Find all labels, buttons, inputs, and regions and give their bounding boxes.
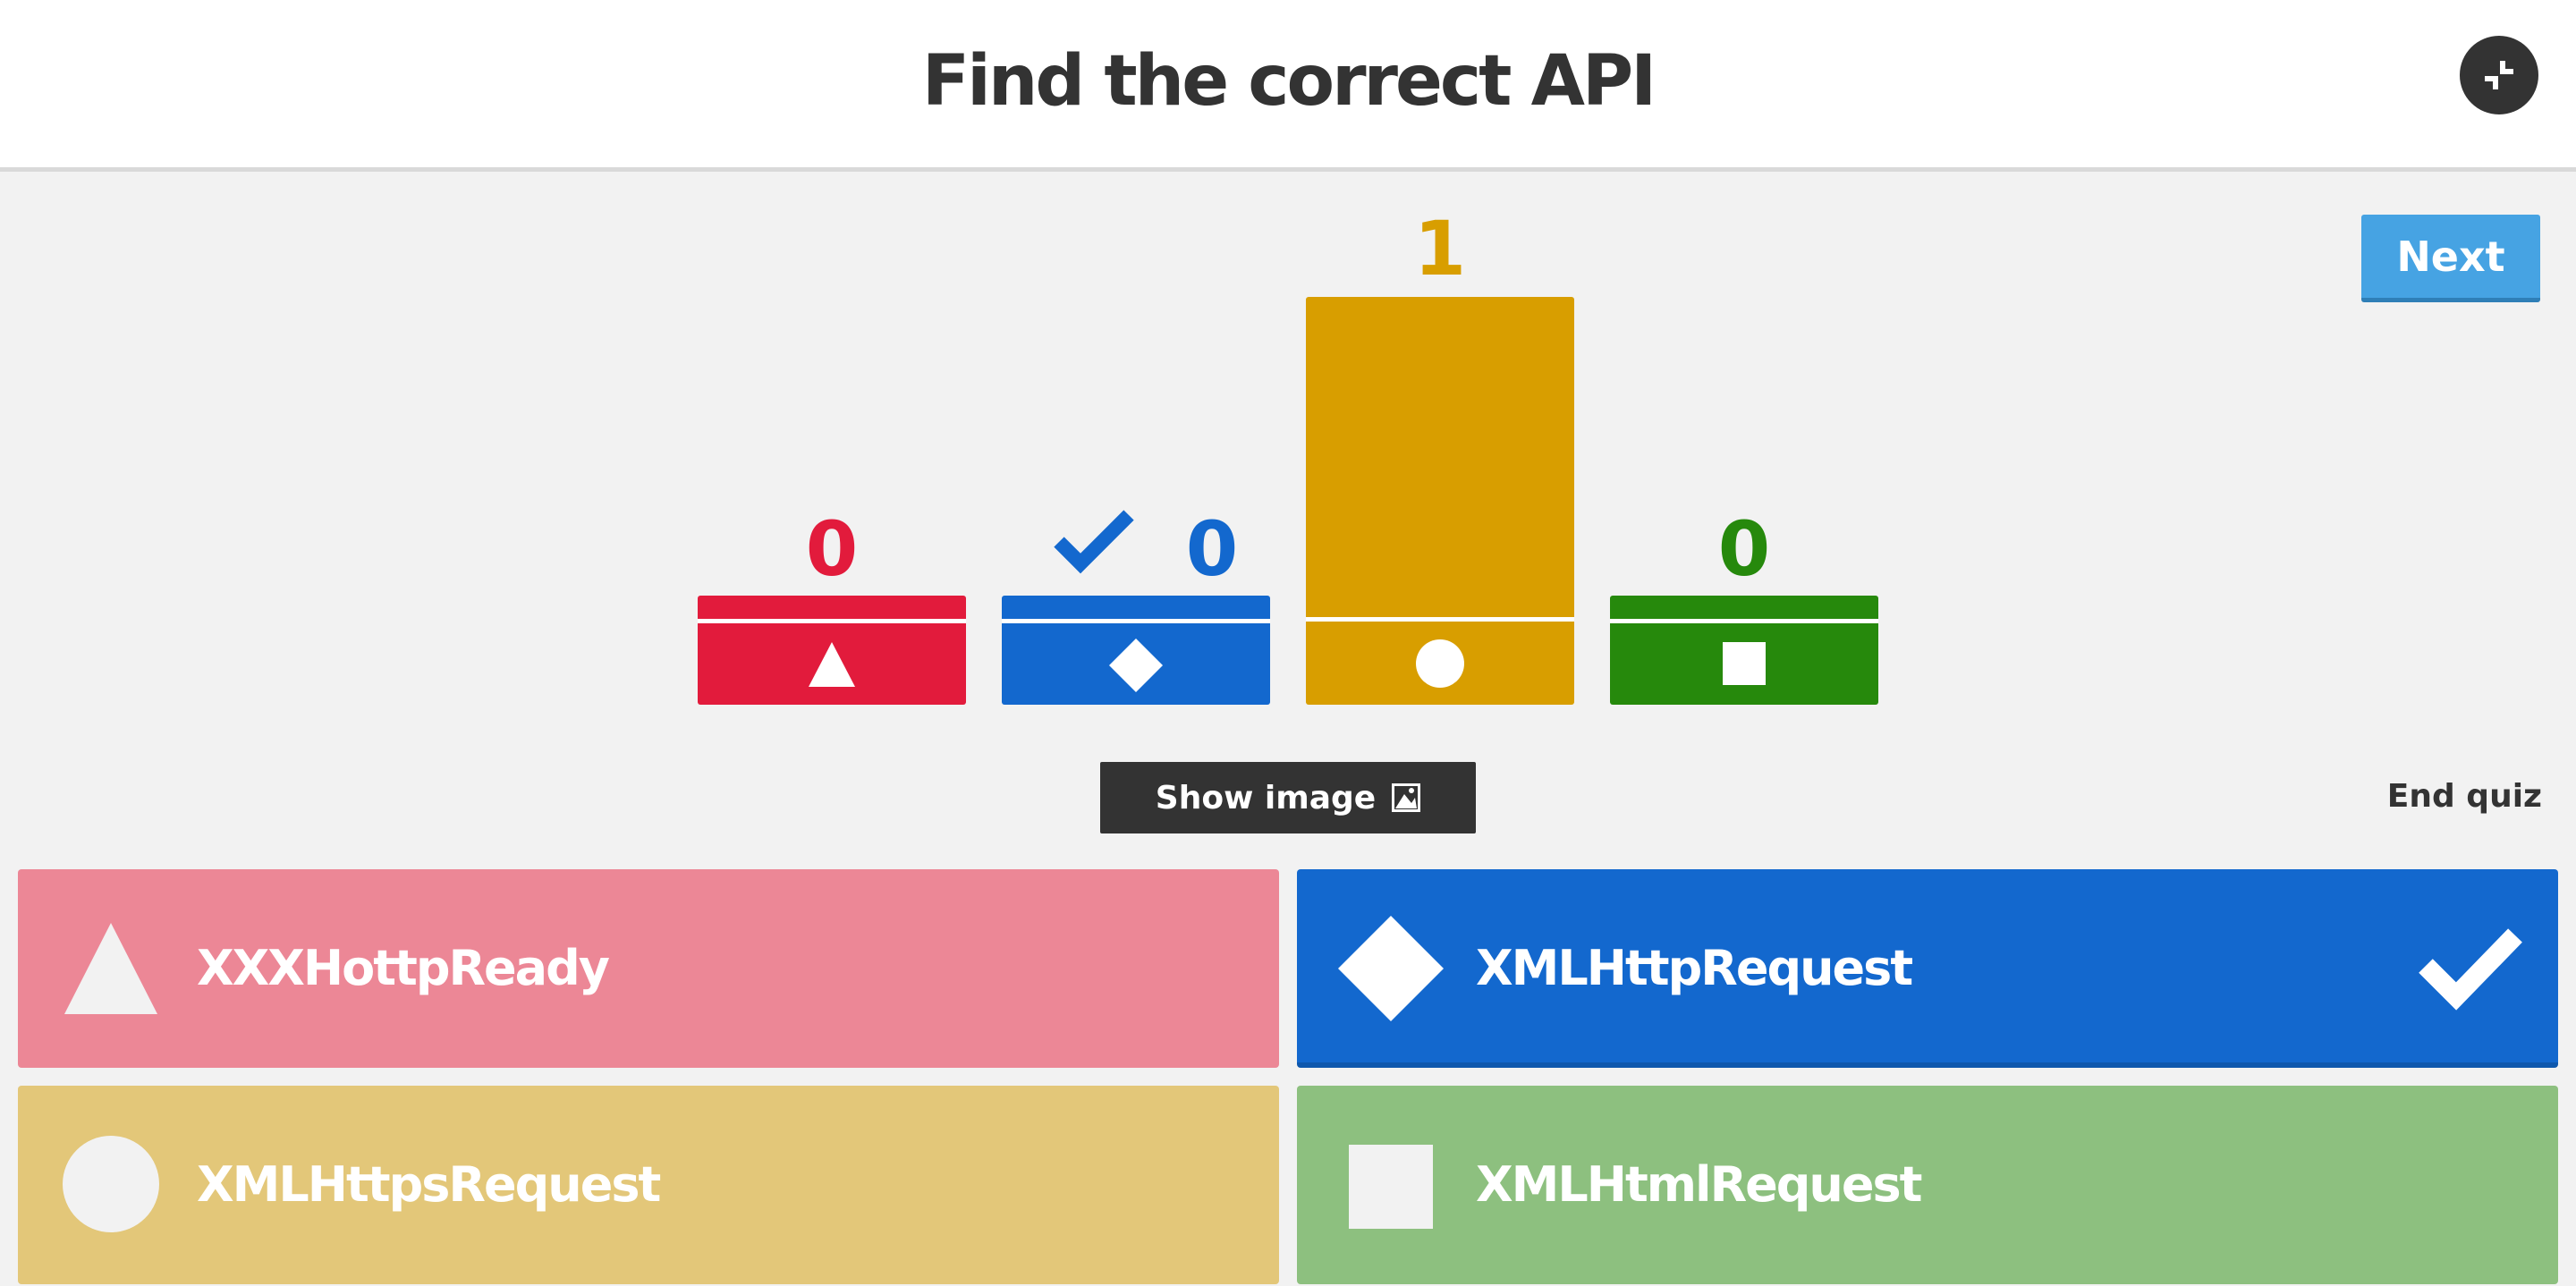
end-quiz-link[interactable]: End quiz [2361, 774, 2542, 819]
result-count-diamond: 0 [1185, 505, 1239, 593]
triangle-icon [64, 923, 157, 1014]
result-bar-square [1610, 596, 1878, 705]
answer-text: XMLHttpRequest [1476, 940, 1913, 996]
result-count-triangle: 0 [805, 505, 859, 593]
triangle-icon [809, 642, 855, 687]
answer-text: XMLHttpsRequest [197, 1156, 661, 1213]
result-bar-diamond [1002, 596, 1270, 705]
answer-option-diamond[interactable]: XMLHttpRequest [1297, 869, 2558, 1068]
image-icon [1392, 783, 1421, 812]
show-image-button[interactable]: Show image [1100, 762, 1476, 833]
result-bar-triangle [698, 596, 966, 705]
answer-option-square[interactable]: XMLHtmlRequest [1297, 1086, 2558, 1284]
diamond-icon [1109, 639, 1163, 692]
circle-icon [63, 1136, 159, 1232]
square-icon [1723, 642, 1766, 685]
checkmark-icon [2419, 928, 2522, 1011]
diamond-icon [1338, 916, 1444, 1021]
next-button[interactable]: Next [2361, 215, 2540, 302]
answer-option-circle[interactable]: XMLHttpsRequest [18, 1086, 1279, 1284]
result-count-square: 0 [1717, 505, 1771, 593]
square-icon [1349, 1145, 1433, 1229]
answer-text: XXXHottpReady [197, 940, 610, 996]
answer-option-triangle[interactable]: XXXHottpReady [18, 869, 1279, 1068]
question-title: Find the correct API [921, 41, 1657, 122]
fullscreen-button[interactable] [2460, 36, 2538, 114]
answer-text: XMLHtmlRequest [1476, 1156, 1922, 1213]
circle-icon [1416, 639, 1464, 688]
fullscreen-exit-icon [2485, 61, 2513, 89]
header: Find the correct API [0, 0, 2576, 172]
show-image-label: Show image [1155, 779, 1377, 816]
result-bar-circle [1306, 297, 1574, 705]
result-count-circle: 1 [1413, 205, 1467, 292]
